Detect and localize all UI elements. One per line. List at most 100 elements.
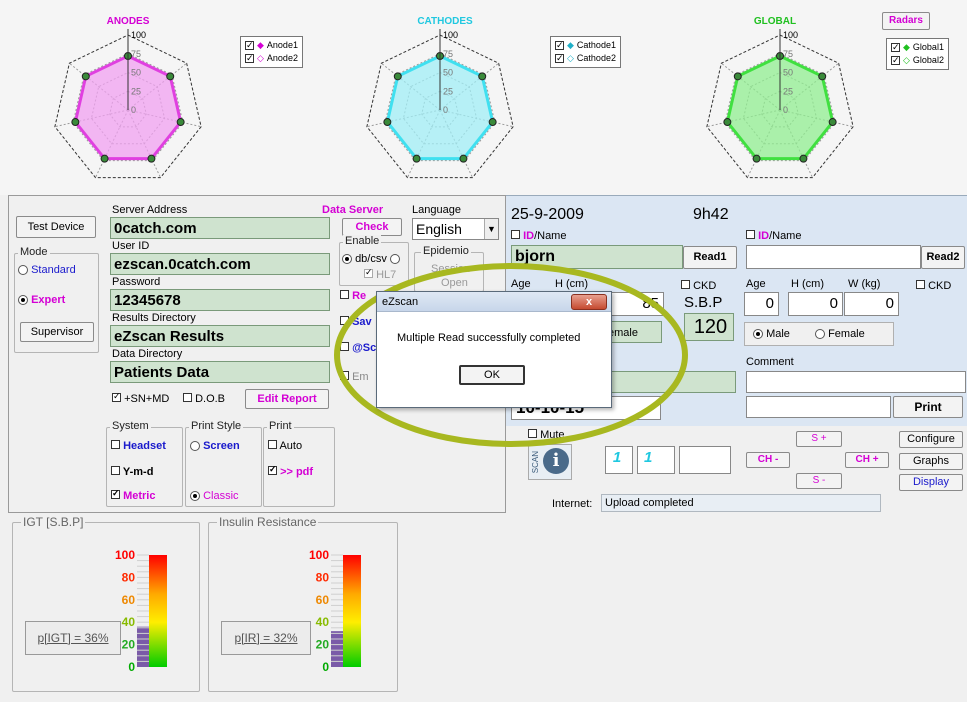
s-minus-button[interactable]: S - xyxy=(796,473,842,489)
radars-button[interactable]: Radars xyxy=(882,12,930,30)
dialog-message: Multiple Read successfully completed xyxy=(397,332,581,344)
radar-tick-label: 75 xyxy=(131,49,141,59)
gauge-tick-label: 40 xyxy=(122,615,136,629)
checkbox-icon xyxy=(245,39,254,52)
auto-checkbox[interactable]: Auto xyxy=(268,440,302,452)
dob-label: D.O.B xyxy=(195,393,226,405)
checkbox-icon xyxy=(111,488,120,499)
ir-result: p[IR] = 32% xyxy=(221,621,311,655)
sn-md-checkbox[interactable]: +SN+MD xyxy=(112,391,170,405)
print-button[interactable]: Print xyxy=(893,396,963,418)
configure-button[interactable]: Configure xyxy=(899,431,963,448)
id-name-checkbox-1[interactable]: ID/Name xyxy=(511,230,566,242)
radar-point xyxy=(459,154,468,163)
diamond-icon: ◆ xyxy=(567,40,574,50)
language-select[interactable]: English ▼ xyxy=(412,218,499,240)
checkbox-icon xyxy=(183,393,192,402)
radar-tick-label: 100 xyxy=(783,30,798,40)
comment-field-2[interactable] xyxy=(746,371,966,393)
display-button[interactable]: Display xyxy=(899,474,963,491)
female-radio[interactable]: Female xyxy=(815,328,865,340)
supervisor-button[interactable]: Supervisor xyxy=(20,322,94,342)
screen-label: Screen xyxy=(203,440,240,452)
message-dialog: eZscan x Multiple Read successfully comp… xyxy=(376,291,612,408)
dob-checkbox[interactable]: D.O.B xyxy=(183,393,225,405)
pdf-checkbox[interactable]: >> pdf xyxy=(268,464,313,478)
gauge-tick-label: 20 xyxy=(316,638,330,652)
id-label: ID xyxy=(523,230,535,242)
legend-item[interactable]: ◆Cathode1 xyxy=(555,39,616,52)
ch-plus-button[interactable]: CH + xyxy=(845,452,889,468)
ch-minus-button[interactable]: CH - xyxy=(746,452,790,468)
headset-checkbox[interactable]: Headset xyxy=(111,440,166,452)
diamond-icon: ◆ xyxy=(903,42,910,52)
male-radio[interactable]: Male xyxy=(753,328,790,340)
check-button[interactable]: Check xyxy=(342,218,402,236)
h-cm-label-2: H (cm) xyxy=(791,278,824,290)
data-server-label: Data Server xyxy=(322,204,384,216)
radar-tick-label: 50 xyxy=(783,68,793,78)
radio-icon xyxy=(190,491,200,502)
data-dir-field[interactable]: Patients Data xyxy=(110,361,330,383)
legend-item[interactable]: ◇Global2 xyxy=(891,54,944,67)
radar-tick-label: 0 xyxy=(131,105,136,115)
close-icon[interactable]: x xyxy=(571,294,607,310)
password-field[interactable]: 12345678 xyxy=(110,289,330,311)
metric-checkbox[interactable]: Metric xyxy=(111,488,155,502)
radar-point xyxy=(828,118,837,127)
checkbox-icon xyxy=(511,230,520,239)
diamond-icon: ◇ xyxy=(257,53,264,63)
chevron-down-icon: ▼ xyxy=(484,219,498,239)
radar-tick-label: 100 xyxy=(131,30,146,40)
gauge-scale xyxy=(149,555,167,667)
id-name-checkbox-2[interactable]: ID/Name xyxy=(746,230,801,242)
mode-expert[interactable]: Expert xyxy=(18,294,65,306)
mode-standard[interactable]: Standard xyxy=(18,264,76,276)
read2-button[interactable]: Read2 xyxy=(921,246,965,269)
gauge-tick-label: 80 xyxy=(316,570,330,584)
note-field[interactable] xyxy=(746,396,891,418)
radar-tick-label: 75 xyxy=(783,49,793,59)
legend-item[interactable]: ◇Anode2 xyxy=(245,52,298,65)
classic-radio[interactable]: Classic xyxy=(190,490,239,502)
age-field-2[interactable]: 0 xyxy=(744,292,779,316)
sn-md-label: +SN+MD xyxy=(124,393,170,405)
height-field-2[interactable]: 0 xyxy=(788,292,843,316)
s-plus-button[interactable]: S + xyxy=(796,431,842,447)
enable-label: Enable xyxy=(343,235,382,247)
radar-point xyxy=(383,118,392,127)
gauge-tick-label: 60 xyxy=(122,593,136,607)
comment-label: Comment xyxy=(746,356,794,368)
screen-radio[interactable]: Screen xyxy=(190,440,240,452)
radar-tick-label: 25 xyxy=(783,86,793,96)
ymd-checkbox[interactable]: Y-m-d xyxy=(111,466,153,478)
server-address-field[interactable]: 0catch.com xyxy=(110,217,330,239)
legend-item[interactable]: ◆Anode1 xyxy=(245,39,298,52)
server-address-label: Server Address xyxy=(112,204,188,216)
weight-field-2[interactable]: 0 xyxy=(844,292,899,316)
user-id-field[interactable]: ezscan.0catch.com xyxy=(110,253,330,275)
gender-group-2: Male Female xyxy=(744,322,894,346)
checkbox-icon xyxy=(268,464,277,475)
system-group: System Headset Y-m-d Metric xyxy=(106,420,183,507)
radar-tick-label: 0 xyxy=(443,105,448,115)
radar-point xyxy=(478,72,487,81)
language-value: English xyxy=(416,221,462,237)
name-label: /Name xyxy=(534,230,567,242)
test-device-button[interactable]: Test Device xyxy=(16,216,96,238)
checkbox-icon xyxy=(111,440,120,449)
date-label: 25-9-2009 xyxy=(511,206,584,223)
ok-button[interactable]: OK xyxy=(459,365,525,385)
name-field-2[interactable] xyxy=(746,245,921,269)
results-dir-field[interactable]: eZscan Results xyxy=(110,325,330,347)
w-kg-label-2: W (kg) xyxy=(848,278,881,290)
checkbox-icon xyxy=(891,41,900,54)
ckd-checkbox-2[interactable]: CKD xyxy=(916,280,951,292)
ir-gauge-panel: Insulin Resistance 100 80 60 40 20 0 p[IR] = … xyxy=(208,515,398,692)
legend-item[interactable]: ◇Cathode2 xyxy=(555,52,616,65)
edit-report-button[interactable]: Edit Report xyxy=(245,389,329,409)
graphs-button[interactable]: Graphs xyxy=(899,453,963,470)
legend-item[interactable]: ◆Global1 xyxy=(891,41,944,54)
print-group: Print Auto >> pdf xyxy=(263,420,335,507)
legend-label: Cathode2 xyxy=(576,53,616,63)
